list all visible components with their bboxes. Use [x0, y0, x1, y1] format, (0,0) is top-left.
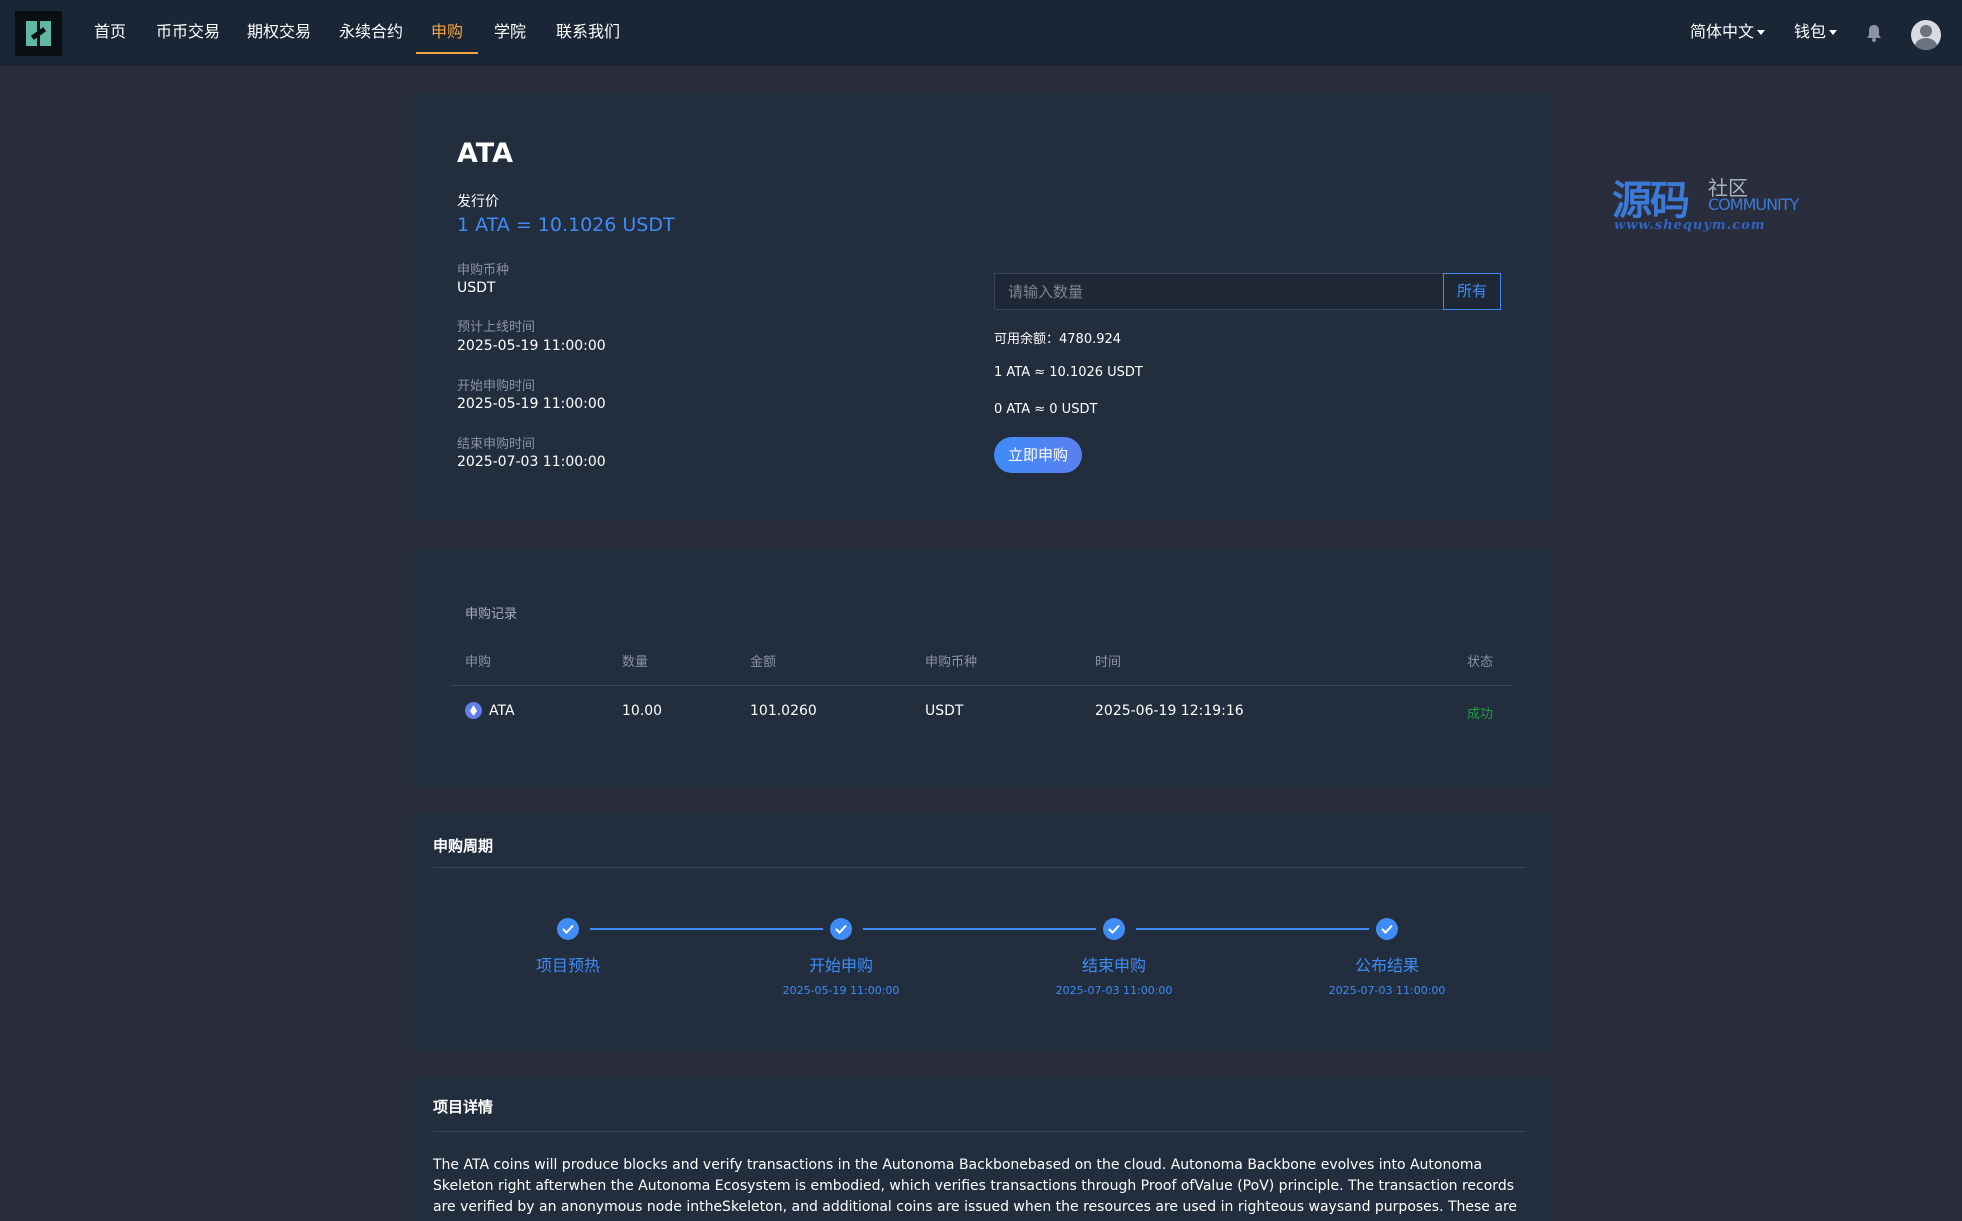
nav-item-options[interactable]: 期权交易 [247, 0, 311, 54]
issue-price: 1 ATA = 10.1026 USDT [457, 214, 675, 236]
exchange-rate: 1 ATA ≈ 10.1026 USDT [994, 365, 1143, 380]
check-icon [1103, 918, 1125, 940]
row-amount: 101.0260 [750, 703, 817, 719]
check-icon [830, 918, 852, 940]
field-label-start-time: 开始申购时间 [457, 379, 536, 394]
nav-item-perpetual[interactable]: 永续合约 [339, 0, 403, 54]
language-label: 简体中文 [1690, 22, 1755, 41]
step-connector [863, 928, 1096, 930]
step-connector [1136, 928, 1369, 930]
step-name-start: 开始申购 [808, 956, 873, 975]
field-value-end-time: 2025-07-03 11:00:00 [457, 454, 606, 470]
row-time: 2025-06-19 12:19:16 [1095, 703, 1244, 719]
wallet-dropdown[interactable]: 钱包 [1794, 0, 1838, 64]
subscribe-card: ATA 发行价 1 ATA = 10.1026 USDT 申购币种 USDT 预… [410, 93, 1550, 521]
row-currency: USDT [925, 703, 964, 719]
nav-item-spot[interactable]: 币币交易 [156, 0, 220, 54]
row-qty: 10.00 [622, 703, 663, 719]
details-card: 项目详情 The ATA coins will produce blocks a… [410, 1076, 1550, 1221]
step-date-result: 2025-07-03 11:00:00 [1328, 984, 1446, 997]
scrollbar[interactable] [1950, 66, 1962, 1221]
subscribe-now-button[interactable]: 立即申购 [994, 437, 1082, 473]
step-name-result: 公布结果 [1354, 956, 1419, 975]
chevron-down-icon [1829, 30, 1838, 35]
quantity-input-group: 所有 [994, 273, 1501, 310]
wallet-label: 钱包 [1794, 22, 1827, 41]
ethereum-coin-icon [465, 702, 482, 719]
section-divider [433, 867, 1526, 868]
nav-item-home[interactable]: 首页 [94, 0, 126, 54]
cycle-title: 申购周期 [433, 837, 494, 855]
details-text: The ATA coins will produce blocks and ve… [433, 1157, 1518, 1221]
field-label-listing-time: 预计上线时间 [457, 320, 536, 335]
column-header-qty: 数量 [622, 655, 649, 670]
field-value-listing-time: 2025-05-19 11:00:00 [457, 338, 606, 354]
column-header-coin: 申购 [465, 655, 492, 670]
avatar[interactable] [1911, 20, 1941, 50]
check-icon [557, 918, 579, 940]
available-balance: 可用余额：4780.924 [994, 332, 1122, 347]
field-label-currency: 申购币种 [457, 263, 510, 278]
logo-mark [26, 21, 51, 46]
field-value-start-time: 2025-05-19 11:00:00 [457, 396, 606, 412]
top-nav: 首页 币币交易 期权交易 永续合约 申购 学院 联系我们 简体中文 钱包 [0, 0, 1962, 66]
all-button[interactable]: 所有 [1443, 273, 1501, 310]
row-coin: ATA [489, 703, 515, 719]
table-divider [450, 685, 1513, 686]
watermark-logo: 源码 社区 COMMUNITY www.shequym.com [1612, 168, 1812, 243]
check-icon [1376, 918, 1398, 940]
records-title: 申购记录 [465, 607, 518, 622]
step-connector [590, 928, 823, 930]
step-date-end: 2025-07-03 11:00:00 [1055, 984, 1173, 997]
cycle-card: 申购周期 项目预热 开始申购 2025-05-19 11:00:00 结束申购 … [410, 813, 1550, 1051]
field-value-currency: USDT [457, 280, 496, 296]
step-name-preheat: 项目预热 [535, 956, 600, 975]
details-title: 项目详情 [433, 1098, 494, 1116]
row-status: 成功 [1467, 707, 1494, 722]
watermark-url: www.shequym.com [1614, 218, 1766, 233]
field-label-end-time: 结束申购时间 [457, 437, 536, 452]
quantity-input[interactable] [995, 274, 1442, 309]
watermark-community: COMMUNITY [1708, 195, 1799, 214]
price-label: 发行价 [457, 194, 499, 210]
column-header-time: 时间 [1095, 655, 1122, 670]
step-name-end: 结束申购 [1081, 956, 1146, 975]
column-header-status: 状态 [1467, 655, 1494, 670]
bell-icon[interactable] [1866, 24, 1882, 42]
column-header-amount: 金额 [750, 655, 777, 670]
nav-item-academy[interactable]: 学院 [494, 0, 526, 54]
estimate-total: 0 ATA ≈ 0 USDT [994, 402, 1098, 417]
coin-title: ATA [457, 138, 514, 169]
column-header-currency: 申购币种 [925, 655, 978, 670]
records-card: 申购记录 申购 数量 金额 申购币种 时间 状态 ATA 10.00 101.0… [410, 548, 1550, 788]
language-dropdown[interactable]: 简体中文 [1690, 0, 1766, 64]
chevron-down-icon [1757, 30, 1766, 35]
nav-item-subscribe[interactable]: 申购 [416, 0, 478, 54]
nav-item-contact[interactable]: 联系我们 [556, 0, 620, 54]
step-date-start: 2025-05-19 11:00:00 [782, 984, 900, 997]
section-divider [433, 1131, 1526, 1132]
logo[interactable] [15, 11, 62, 56]
